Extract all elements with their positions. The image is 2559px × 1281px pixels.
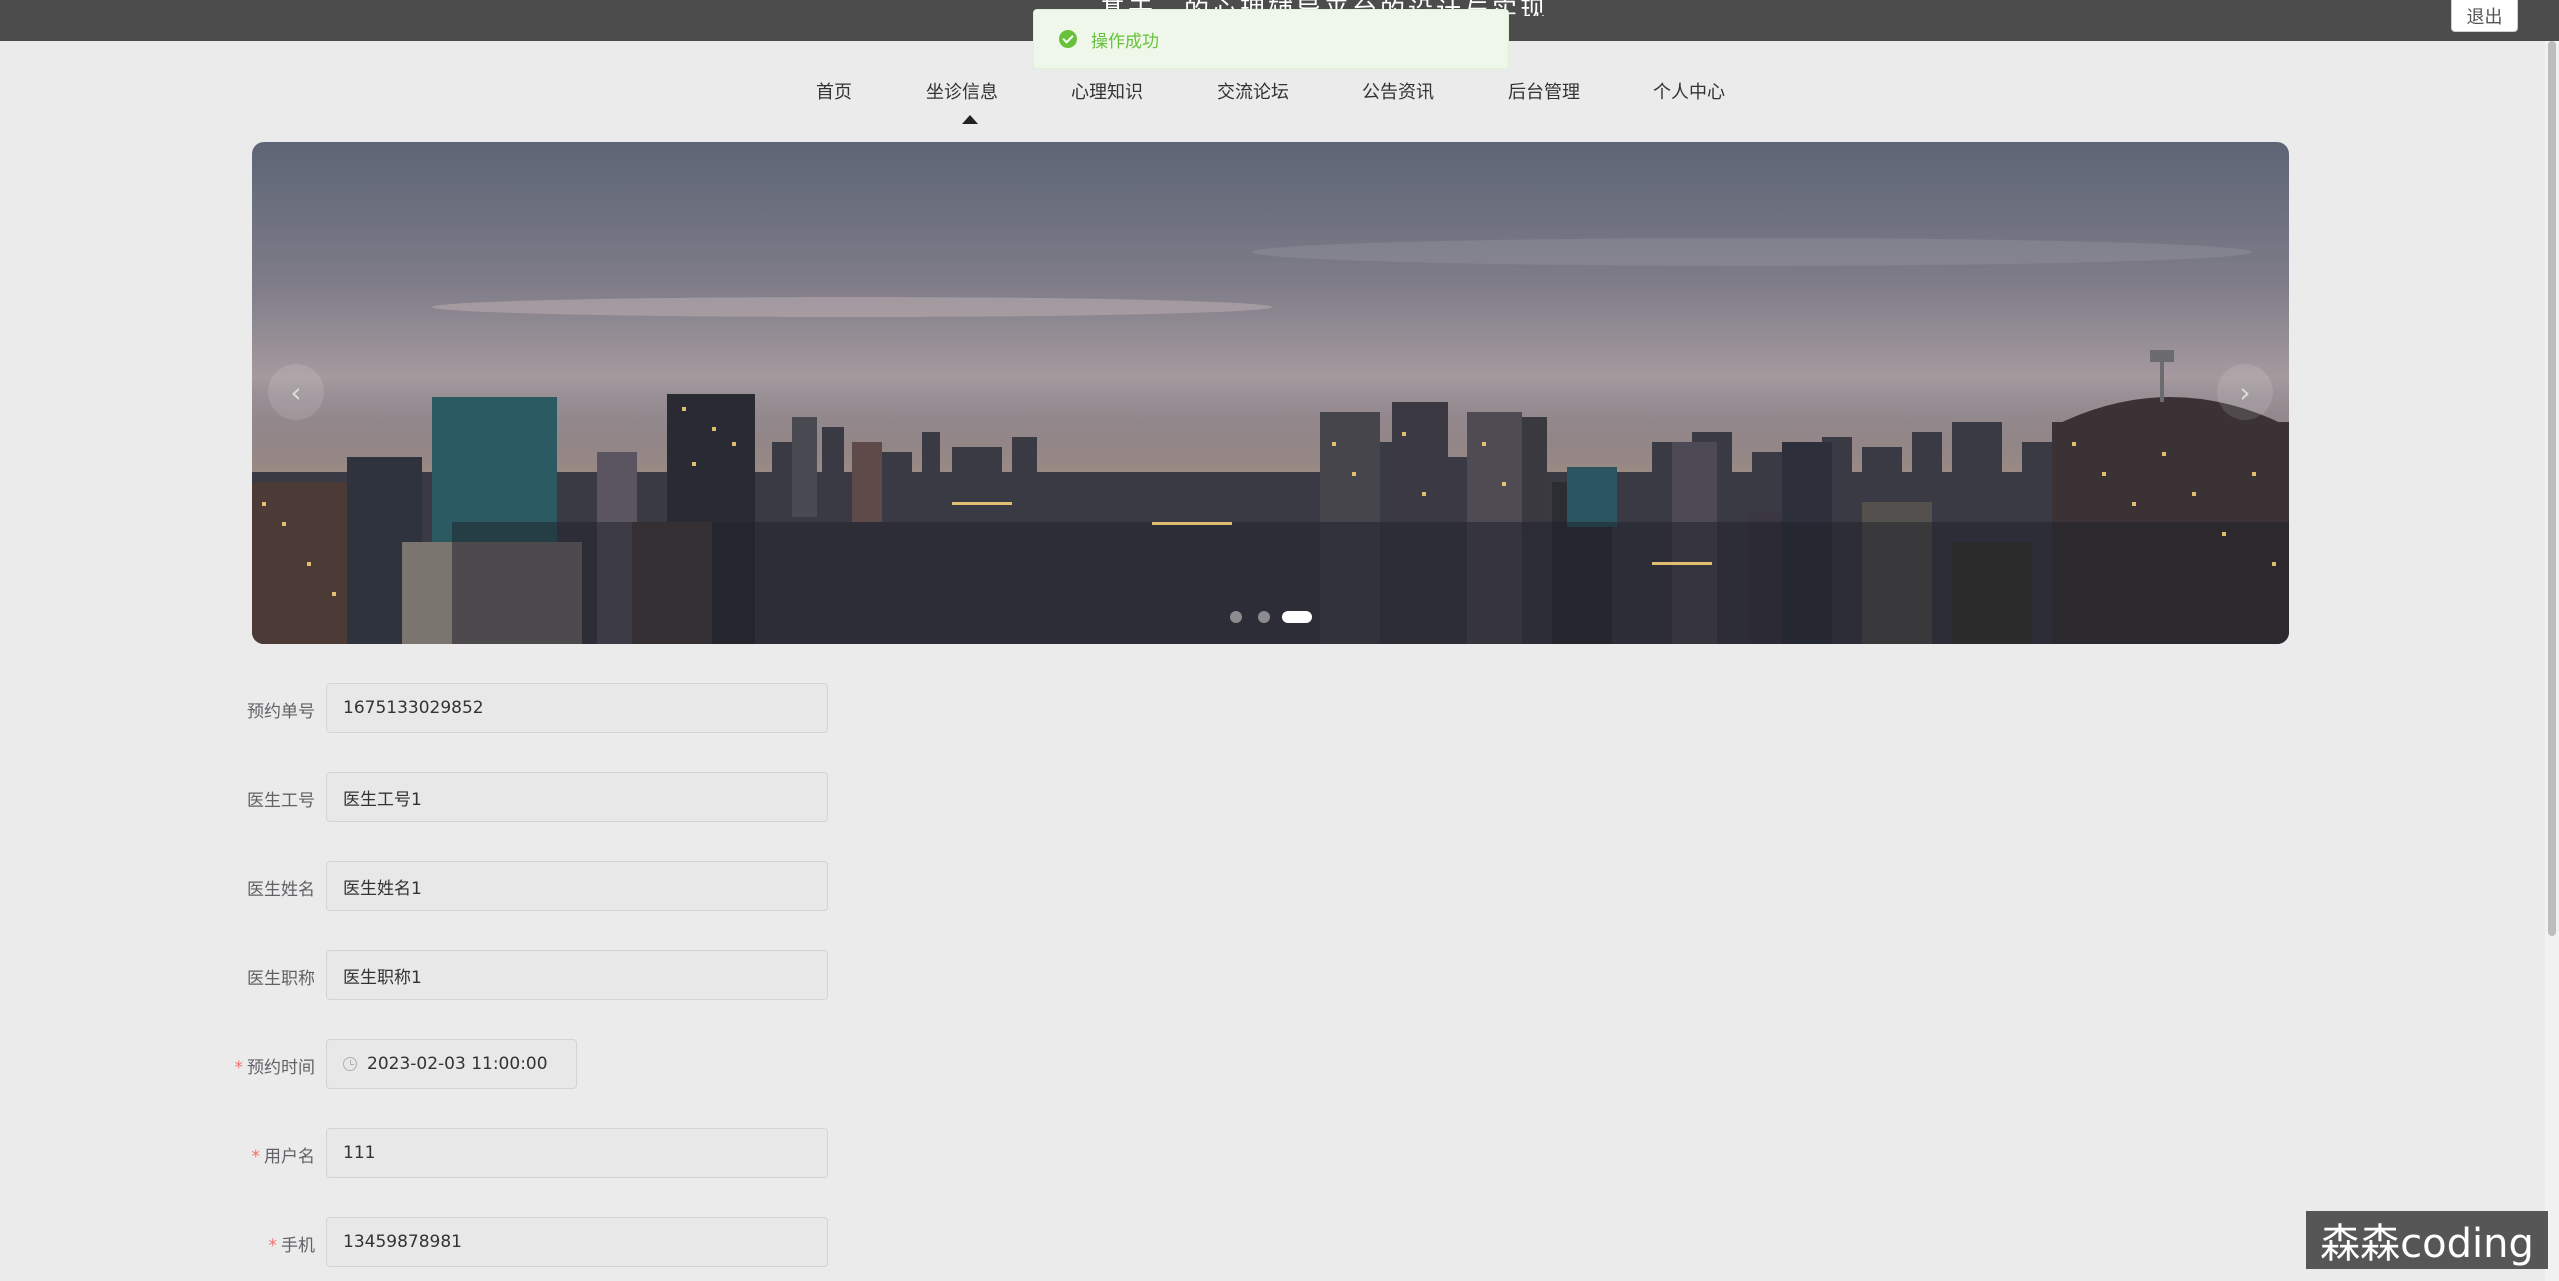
appointment-time-value: 2023-02-03 11:00:00 <box>367 1054 548 1074</box>
appointment-time-label-text: 预约时间 <box>247 1058 315 1078</box>
toast-message: 操作成功 <box>1091 31 1159 52</box>
active-nav-indicator <box>962 115 978 124</box>
form-row-username: * 用户名 111 <box>0 1128 900 1180</box>
main-nav: 首页 坐诊信息 心理知识 交流论坛 公告资讯 后台管理 个人中心 <box>0 70 2559 130</box>
order-no-label: 预约单号 <box>247 702 315 722</box>
appointment-time-label: * 预约时间 <box>235 1053 316 1078</box>
nav-item-home[interactable]: 首页 <box>816 78 852 104</box>
nav-item-announcements[interactable]: 公告资讯 <box>1362 78 1434 104</box>
username-label: * 用户名 <box>252 1142 316 1167</box>
form-row-phone: * 手机 13459878981 <box>0 1217 900 1269</box>
form-row-appointment-time: * 预约时间 2023-02-03 11:00:00 <box>0 1039 900 1091</box>
carousel-dot-1[interactable] <box>1230 611 1242 623</box>
page-scrollbar[interactable] <box>2545 41 2559 1281</box>
phone-input[interactable]: 13459878981 <box>326 1217 828 1267</box>
doctor-title-label: 医生职称 <box>247 969 315 989</box>
nav-item-admin[interactable]: 后台管理 <box>1508 78 1580 104</box>
required-mark: * <box>268 1236 278 1256</box>
logout-button[interactable]: 退出 <box>2451 0 2518 32</box>
doctor-title-input[interactable]: 医生职称1 <box>326 950 828 1000</box>
clock-icon <box>343 1057 357 1071</box>
form-row-doctor-name: 医生姓名 医生姓名1 <box>0 861 900 913</box>
nav-item-profile[interactable]: 个人中心 <box>1653 78 1725 104</box>
doctor-id-label: 医生工号 <box>247 791 315 811</box>
watermark: 森森coding <box>2306 1211 2548 1269</box>
required-mark: * <box>234 1058 244 1078</box>
doctor-id-input[interactable]: 医生工号1 <box>326 772 828 822</box>
nav-item-clinic-info[interactable]: 坐诊信息 <box>926 78 998 104</box>
nav-item-psych-knowledge[interactable]: 心理知识 <box>1071 78 1143 104</box>
order-no-input[interactable]: 1675133029852 <box>326 683 828 733</box>
carousel-next-button[interactable]: › <box>2217 364 2273 420</box>
carousel-dot-3[interactable] <box>1282 611 1312 623</box>
carousel-dot-2[interactable] <box>1258 611 1270 623</box>
nav-item-forum[interactable]: 交流论坛 <box>1217 78 1289 104</box>
phone-label: * 手机 <box>269 1231 316 1256</box>
success-toast: 操作成功 <box>1033 9 1509 69</box>
required-mark: * <box>251 1147 261 1167</box>
username-label-text: 用户名 <box>264 1147 315 1167</box>
doctor-name-input[interactable]: 医生姓名1 <box>326 861 828 911</box>
appointment-time-picker[interactable]: 2023-02-03 11:00:00 <box>326 1039 577 1089</box>
form-row-doctor-id: 医生工号 医生工号1 <box>0 772 900 824</box>
scrollbar-thumb[interactable] <box>2548 41 2556 936</box>
username-input[interactable]: 111 <box>326 1128 828 1178</box>
phone-label-text: 手机 <box>281 1236 315 1256</box>
doctor-name-label: 医生姓名 <box>247 880 315 900</box>
check-circle-icon <box>1059 30 1077 48</box>
banner-carousel: ‹ › <box>252 142 2289 644</box>
form-row-doctor-title: 医生职称 医生职称1 <box>0 950 900 1002</box>
city-skyline-image <box>252 238 2289 644</box>
carousel-prev-button[interactable]: ‹ <box>268 364 324 420</box>
form-row-order-no: 预约单号 1675133029852 <box>0 683 900 735</box>
